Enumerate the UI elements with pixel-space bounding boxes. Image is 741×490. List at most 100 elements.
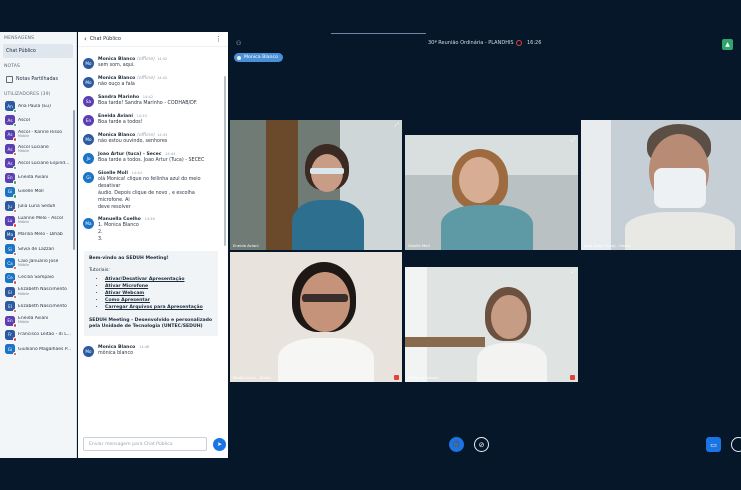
user-list-item[interactable]: En Eneida Aviani Móbile — [0, 313, 76, 328]
user-name-block: Giselle Moll — [18, 189, 44, 194]
user-name: Ascol Luciane Espind... — [18, 160, 70, 166]
video-tile[interactable]: Silvia de Lazzari ⤢ — [405, 267, 578, 382]
chat-message: Mo Monica Blanco (offline) 14:43 não estou … — [78, 130, 224, 149]
face — [459, 157, 499, 203]
sidebar-scrollbar[interactable] — [73, 110, 75, 250]
message-body: Monica Blanco (offline) 14:42 não ouço a f… — [98, 76, 219, 89]
user-name-block: Eneida Aviani — [18, 175, 48, 180]
avatar-initials: As — [7, 146, 13, 152]
chat-message-input[interactable]: Enviar mensagem para Chat Público — [83, 437, 207, 451]
avatar: Ma — [5, 229, 17, 242]
sender-name: Sandra Marinho — [98, 94, 140, 100]
user-settings-icon[interactable]: ⚇ — [236, 40, 244, 48]
user-list-item[interactable]: As Ascol - Karine Risso Móbile — [0, 128, 76, 142]
expand-icon[interactable]: ⤢ — [571, 137, 575, 143]
tutorial-link[interactable]: Ativar Microfone — [105, 284, 213, 291]
avatar-initials: En — [7, 175, 13, 181]
more-options-icon[interactable]: ⋮ — [215, 35, 222, 43]
avatar-initials: Mo — [85, 79, 92, 85]
user-list-item[interactable]: Ju Julia Luna Seduh — [0, 199, 76, 214]
more-actions-button[interactable] — [731, 437, 741, 452]
video-tile[interactable]: Marilia Melo - Dihab — [230, 252, 402, 382]
back-icon[interactable]: ‹ — [84, 35, 87, 43]
tutorial-link[interactable]: Carregar Arquivos para Apresentação — [105, 305, 213, 312]
user-list-item[interactable]: Fr Francisco Leitao - di L... — [0, 328, 76, 342]
message-time: 14:43 — [136, 113, 147, 118]
expand-icon[interactable]: ⤢ — [571, 269, 575, 275]
chat-message: Gi Giselle Moll 14:44 olá Monica! clique n… — [78, 168, 224, 215]
video-tile[interactable]: Eneida Aviani ⤢ — [230, 120, 402, 250]
user-list-item[interactable]: Lu Luanne Melo - Ascol Móbile — [0, 213, 76, 228]
message-meta: Manuella Coelho 14:46 — [98, 217, 219, 222]
user-name: Giselle Moll — [18, 189, 44, 195]
chat-scrollbar[interactable] — [224, 76, 226, 246]
tutorial-link[interactable]: Ativar Webcam — [105, 291, 213, 298]
glasses — [302, 294, 348, 302]
avatar-initials: Gi — [7, 189, 13, 195]
user-list-item[interactable]: As Ascol Luciane Espind... — [0, 156, 76, 171]
message-text: mônica blanco — [98, 351, 219, 358]
scarf — [441, 205, 533, 250]
message-meta: Monica Blanco (offline) 14:42 — [98, 76, 219, 81]
avatar-initials: Gi — [86, 174, 91, 180]
user-list-item[interactable]: Ma Marilia Melo - Dihab — [0, 228, 76, 242]
video-off-icon: ⊘ — [478, 440, 485, 449]
user-name-block: Giulliano Magalhaes P... — [18, 347, 71, 352]
notes-heading: NOTAS — [4, 64, 21, 69]
public-chat-link[interactable]: Chat Público — [3, 44, 73, 58]
offline-tag: (offline) — [136, 132, 155, 138]
avatar-initials: Mo — [85, 349, 92, 355]
user-list-item[interactable]: As Ascol Luciane Móbile — [0, 142, 76, 157]
avatar: Ca — [5, 258, 17, 271]
offline-tag: (offline) — [136, 57, 155, 62]
audio-toggle-button[interactable]: 🎧 — [449, 437, 464, 452]
recording-icon[interactable] — [516, 40, 522, 46]
avatar: Sa — [83, 95, 94, 107]
message-time: 14:42 — [156, 75, 168, 80]
avatar: El — [5, 301, 17, 314]
message-line: 3. — [98, 237, 103, 243]
user-list-item[interactable]: Si Silvia de Lazzari — [0, 242, 76, 257]
avatar-initials: Ju — [8, 203, 12, 209]
avatar-initials: Ma — [6, 232, 14, 238]
send-button[interactable]: ➤ — [213, 438, 226, 451]
user-name: Giulliano Magalhaes P... — [18, 346, 72, 352]
message-time: 14:42 — [156, 57, 168, 61]
user-list-item[interactable]: Ca Caio Januário José Móbile — [0, 256, 76, 271]
user-list-item[interactable]: El Elizabeth Nascimento — [0, 299, 76, 314]
sender-name: Monica Blanco — [98, 57, 136, 62]
video-tile[interactable]: Giselle Moll ⤢ — [405, 135, 578, 250]
user-list-item[interactable]: El Elizabeth Nascimento Móbile — [0, 285, 76, 299]
user-list-item[interactable]: As Ascol — [0, 113, 76, 128]
avatar-initials: Gi — [7, 346, 13, 352]
message-text: Boa tarde a todos! — [98, 120, 219, 127]
users-heading: UTILIZADORES (39) — [4, 92, 51, 97]
share-screen-button[interactable]: ▭ — [706, 437, 721, 452]
message-text: Boa tarde! Sandra Marinho - CODHAB/DF. — [98, 101, 219, 108]
participant-name: Joao Artur (Tuca) - Secec — [584, 243, 631, 248]
shared-notes-link[interactable]: Notas Partilhadas — [3, 72, 73, 86]
torso — [278, 338, 374, 382]
user-device: Móbile — [18, 291, 30, 296]
connection-status-icon[interactable]: ▲ — [722, 39, 733, 50]
user-list-item[interactable]: Gi Giulliano Magalhaes P... — [0, 342, 76, 357]
user-list-item[interactable]: Ce Cecilia Sampaio — [0, 271, 76, 285]
user-list-item[interactable]: En Eneida Aviani — [0, 170, 76, 185]
user-list-item[interactable]: An Ana Paula (Eu) — [0, 99, 76, 114]
message-text: olá Monica! clique no feilinha azul do m… — [98, 177, 219, 212]
message-line: áudio. Depois clique de novo , e escolha… — [98, 190, 195, 203]
video-tile[interactable]: Joao Artur (Tuca) - Secec — [581, 120, 741, 250]
presenter-icon — [237, 55, 241, 60]
tutorial-link[interactable]: Ativar/Desativar Apresentação — [105, 277, 213, 284]
participant-name: Giselle Moll — [408, 243, 430, 248]
muted-mic-icon — [394, 375, 399, 380]
avatar: Ma — [83, 218, 94, 230]
avatar-initials: El — [8, 303, 12, 309]
avatar-initials: As — [7, 117, 13, 123]
avatar: Mo — [83, 346, 94, 358]
tutorial-link[interactable]: Como Apresentar — [105, 298, 213, 305]
expand-icon[interactable]: ⤢ — [395, 122, 399, 128]
video-toggle-button[interactable]: ⊘ — [474, 437, 489, 452]
participant-name: Eneida Aviani — [233, 243, 259, 248]
user-list-item[interactable]: Gi Giselle Moll — [0, 185, 76, 199]
